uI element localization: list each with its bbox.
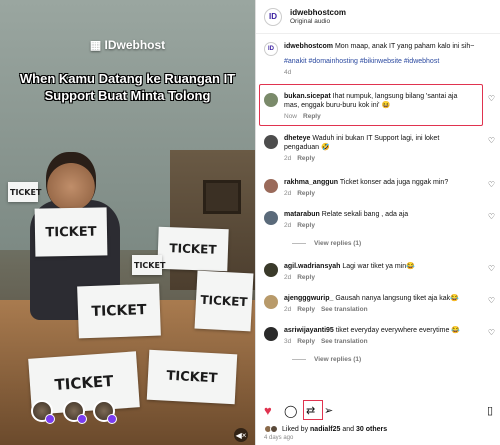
ticket-sign: TICKET [194, 270, 254, 332]
liked-user[interactable]: nadialf25 [310, 426, 340, 433]
reply-button[interactable]: Reply [297, 274, 315, 281]
ticket-sign: TICKET [146, 349, 238, 405]
ticket-sign: TICKET [77, 283, 161, 339]
reply-button[interactable]: Reply [297, 155, 315, 162]
comment-time: 2d [284, 155, 292, 162]
avatar[interactable] [264, 295, 278, 309]
brand-icon: ▦ [89, 38, 105, 52]
comment-text: Relate sekali bang , ada aja [321, 211, 409, 218]
collab-avatar[interactable] [31, 400, 55, 424]
like-icon[interactable]: ♡ [488, 94, 495, 103]
comment-text: tiket everyday everywhere everytime 😂 [335, 327, 461, 334]
ticket-sign: TICKET [157, 226, 229, 272]
caption-username[interactable]: idwebhostcom [284, 43, 333, 50]
comment-username[interactable]: agil.wadriansyah [284, 263, 340, 270]
post-username[interactable]: idwebhostcom [290, 8, 346, 17]
badge-icon [45, 414, 55, 424]
like-icon[interactable]: ♡ [488, 264, 495, 273]
brand-name: IDwebhost [104, 38, 166, 52]
comment-username[interactable]: dheteye [284, 135, 310, 142]
collab-avatar[interactable] [63, 400, 87, 424]
mute-icon[interactable]: ◀× [234, 428, 248, 442]
liked-others[interactable]: 30 others [356, 426, 387, 433]
comments-panel: ID idwebhostcom Original audio ID idwebh… [255, 0, 500, 445]
caption-time: 4d [284, 69, 292, 76]
avatar[interactable]: ID [264, 42, 278, 56]
share-icon[interactable]: ➢ [324, 404, 333, 418]
avatar[interactable] [264, 263, 278, 277]
comment-text: Lagi war tiket ya min😂 [342, 263, 415, 270]
badge-icon [107, 414, 117, 424]
list-item: asriwijayanti95 tiket everyday everywher… [256, 326, 500, 346]
liked-by-label: Liked by [282, 425, 309, 433]
comment-time: 2d [284, 222, 292, 229]
caption-text: Mon maap, anak IT yang paham kalo ini si… [334, 43, 475, 50]
caption: ID idwebhostcom Mon maap, anak IT yang p… [256, 42, 500, 77]
like-icon[interactable]: ♡ [488, 296, 495, 305]
reply-button[interactable]: Reply [297, 222, 315, 229]
ticket-sign: TICKET [132, 255, 165, 275]
comment-text: Gausah nanya langsung tiket aja kak😂 [335, 295, 459, 302]
like-icon[interactable]: ♡ [488, 212, 495, 221]
highlight-box [259, 84, 483, 126]
view-replies-button[interactable]: View replies (1) [292, 356, 361, 363]
person-head [46, 152, 96, 210]
comment-username[interactable]: asriwijayanti95 [284, 327, 334, 334]
post-timestamp: 4 days ago [264, 435, 294, 441]
save-icon[interactable]: ▯ [487, 404, 493, 418]
badge-icon [77, 414, 87, 424]
ticket-sign: TICKET [8, 182, 41, 202]
like-icon[interactable]: ♥ [264, 404, 272, 418]
see-translation-button[interactable]: See translation [321, 306, 368, 313]
list-item: matarabun Relate sekali bang , ada aja 2… [256, 210, 500, 230]
ticket-sign: TICKET [34, 207, 108, 257]
repost-icon[interactable]: ⇄ [306, 404, 315, 418]
reply-button[interactable]: Reply [297, 338, 315, 345]
comment-text: Ticket konser ada juga nggak min? [339, 179, 449, 186]
action-bar: ♥ ◯ ⇄ ➢ ▯ [256, 400, 500, 422]
audio-label[interactable]: Original audio [290, 18, 346, 25]
avatar[interactable] [264, 211, 278, 225]
comment-username[interactable]: rakhma_anggun [284, 179, 338, 186]
comment-time: 2d [284, 306, 292, 313]
reply-button[interactable]: Reply [297, 306, 315, 313]
wall-frame [203, 180, 241, 214]
reply-button[interactable]: Reply [297, 190, 315, 197]
reel-video[interactable]: TICKET TICKET TICKET TICKET TICKET TICKE… [0, 0, 255, 445]
comment-icon[interactable]: ◯ [284, 404, 297, 418]
comment-username[interactable]: ajengggwurip_ [284, 295, 333, 302]
likes-summary[interactable]: Liked by nadialf25 and 30 others [264, 425, 387, 433]
avatar[interactable] [264, 135, 278, 149]
see-translation-button[interactable]: See translation [321, 338, 368, 345]
video-headline: When Kamu Datang ke Ruangan IT Support B… [19, 71, 236, 103]
avatar [270, 425, 278, 433]
comment-time: 3d [284, 338, 292, 345]
avatar[interactable] [264, 179, 278, 193]
comment-time: 2d [284, 274, 292, 281]
like-icon[interactable]: ♡ [488, 328, 495, 337]
comment-time: 2d [284, 190, 292, 197]
comment-username[interactable]: matarabun [284, 211, 320, 218]
caption-hashtags[interactable]: #anakit #domainhosting #bikinwebsite #id… [284, 57, 484, 66]
list-item: agil.wadriansyah Lagi war tiket ya min😂 … [256, 262, 500, 282]
list-item: ajengggwurip_ Gausah nanya langsung tike… [256, 294, 500, 314]
avatar[interactable] [264, 327, 278, 341]
collab-avatar[interactable] [93, 400, 117, 424]
like-icon[interactable]: ♡ [488, 136, 495, 145]
liked-and: and [342, 425, 355, 433]
list-item: dheteye Waduh ini bukan IT Support lagi,… [256, 134, 500, 163]
view-replies-button[interactable]: View replies (1) [292, 240, 361, 247]
list-item: rakhma_anggun Ticket konser ada juga ngg… [256, 178, 500, 198]
avatar[interactable]: ID [264, 7, 282, 26]
like-icon[interactable]: ♡ [488, 180, 495, 189]
post-header: ID idwebhostcom Original audio [256, 0, 500, 34]
brand-logo: ▦ IDwebhost [0, 38, 255, 52]
